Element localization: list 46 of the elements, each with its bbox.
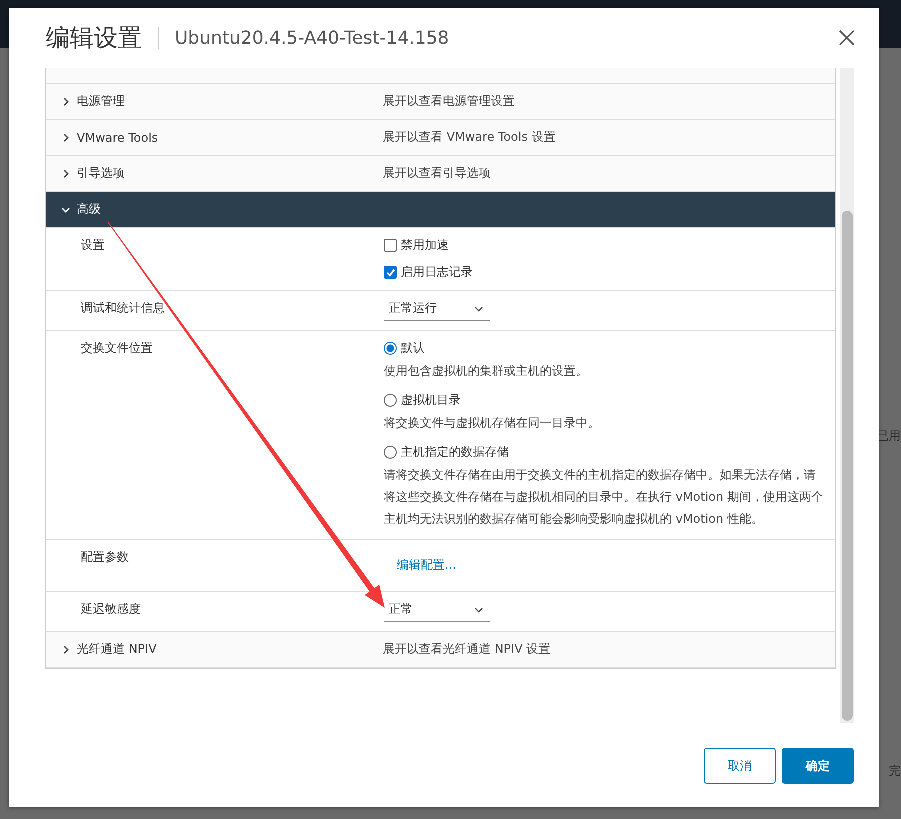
background-text: 完 bbox=[889, 763, 901, 780]
edit-config-link[interactable]: 编辑配置... bbox=[384, 549, 815, 582]
chevron-icon bbox=[61, 132, 71, 142]
section-label: 光纤通道 NPIV bbox=[77, 641, 157, 658]
section-label: 高级 bbox=[77, 201, 101, 218]
section-header[interactable]: 光纤通道 NPIV 展开以查看光纤通道 NPIV 设置 bbox=[46, 632, 835, 668]
section-label: VMware Tools bbox=[77, 130, 158, 144]
radio-button[interactable] bbox=[384, 446, 397, 459]
chevron-icon bbox=[61, 644, 71, 654]
checkbox-label: 启用日志记录 bbox=[401, 264, 473, 281]
section-summary: 展开以查看电源管理设置 bbox=[383, 93, 515, 110]
section-label: 引导选项 bbox=[77, 165, 125, 182]
section-summary: 展开以查看 VMware Tools 设置 bbox=[383, 129, 556, 146]
section-header[interactable]: VMware Tools 展开以查看 VMware Tools 设置 bbox=[46, 120, 835, 156]
scrollbar[interactable] bbox=[840, 68, 854, 723]
chevron-icon bbox=[61, 168, 71, 178]
radio-label: 主机指定的数据存储 bbox=[401, 444, 509, 461]
radio-label: 默认 bbox=[401, 340, 425, 357]
section-summary: 展开以查看光纤通道 NPIV 设置 bbox=[383, 641, 551, 658]
checkbox[interactable] bbox=[384, 266, 397, 279]
section-header[interactable]: 电源管理 展开以查看电源管理设置 bbox=[46, 84, 835, 120]
cancel-button[interactable]: 取消 bbox=[704, 748, 776, 784]
option-description: 请将交换文件存储在由用于交换文件的主机指定的数据存储中。如果无法存储，请将这些交换文件存储在与虚拟机相同的目录中。在执行 vMotion 期间，使用这两个主机均无法识别的数据存储可能会影响受影响虚拟机的 vMotion 性能。 bbox=[384, 467, 824, 528]
checkbox-label: 禁用加速 bbox=[401, 237, 449, 254]
close-icon[interactable] bbox=[837, 28, 857, 48]
setting-label: 延迟敏感度 bbox=[80, 601, 142, 618]
setting-label: 设置 bbox=[80, 237, 106, 254]
dialog-subtitle: Ubuntu20.4.5-A40-Test-14.158 bbox=[175, 28, 450, 48]
dialog-title: 编辑设置 bbox=[46, 23, 142, 54]
radio-button[interactable] bbox=[384, 394, 397, 407]
section-summary: 展开以查看引导选项 bbox=[383, 165, 491, 182]
option-description: 将交换文件与虚拟机存储在同一目录中。 bbox=[384, 415, 601, 432]
section-header[interactable]: 高级 bbox=[46, 192, 835, 228]
dropdown[interactable]: 正常 bbox=[384, 601, 490, 622]
section-label: 电源管理 bbox=[77, 93, 125, 110]
section-header[interactable]: 引导选项 展开以查看引导选项 bbox=[46, 156, 835, 192]
dropdown[interactable]: 正常运行 bbox=[384, 300, 490, 321]
option-description: 使用包含虚拟机的集群或主机的设置。 bbox=[384, 363, 589, 380]
setting-label: 配置参数 bbox=[80, 549, 130, 566]
ok-button[interactable]: 确定 bbox=[782, 748, 854, 784]
chevron-icon bbox=[61, 96, 71, 106]
setting-label: 调试和统计信息 bbox=[80, 300, 166, 317]
checkbox[interactable] bbox=[384, 239, 397, 252]
setting-label: 交换文件位置 bbox=[80, 340, 154, 357]
radio-button[interactable] bbox=[384, 342, 397, 355]
radio-label: 虚拟机目录 bbox=[401, 392, 461, 409]
